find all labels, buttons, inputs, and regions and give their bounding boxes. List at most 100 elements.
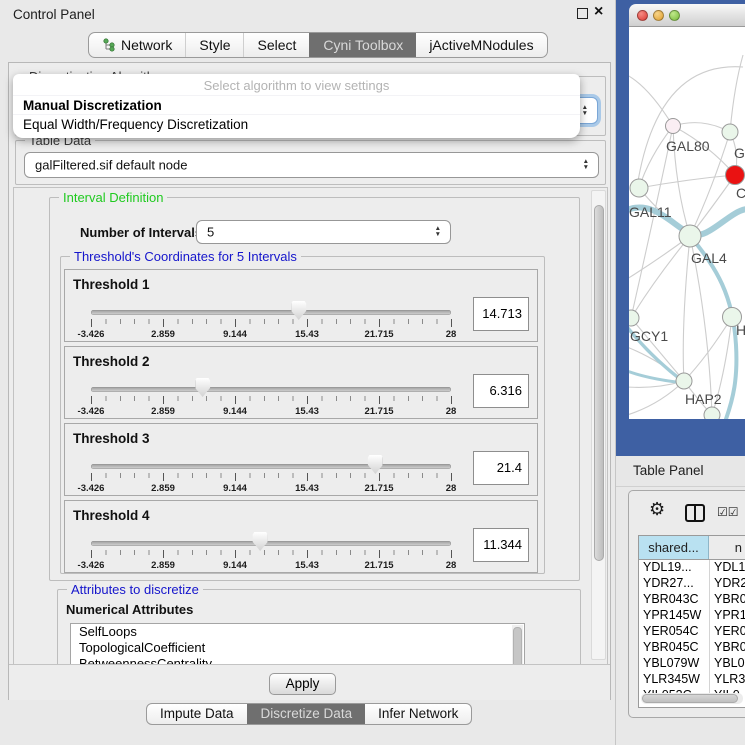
slider-track bbox=[91, 310, 451, 315]
network-icon bbox=[102, 38, 115, 52]
tab-select[interactable]: Select bbox=[243, 33, 309, 57]
threshold-1-slider[interactable]: -3.4262.859 9.14415.43 21.71528 bbox=[91, 308, 451, 338]
table-row[interactable]: YBL079WYBL0 bbox=[639, 656, 745, 672]
node-attribute-table: shared... n YDL19...YDL1 YDR27...YDR2 YB… bbox=[638, 535, 745, 708]
threshold-4-box: Threshold 4 -3.4262.859 9.14415.43 21.71… bbox=[64, 500, 538, 573]
table-row[interactable]: YPR145WYPR1 bbox=[639, 608, 745, 624]
slider-major-ticks bbox=[91, 319, 452, 327]
tab-jactivemnodules[interactable]: jActiveMNodules bbox=[416, 33, 546, 57]
column-header-name[interactable]: n bbox=[709, 536, 745, 559]
interval-definition-group: Interval Definition Number of Intervals … bbox=[49, 197, 580, 581]
table-row[interactable]: YBR043CYBR0 bbox=[639, 592, 745, 608]
gear-icon[interactable]: ⚙ bbox=[649, 499, 665, 520]
slider-thumb[interactable] bbox=[195, 378, 210, 397]
threshold-3-label: Threshold 3 bbox=[73, 431, 150, 446]
tab-infer-network[interactable]: Infer Network bbox=[365, 704, 471, 724]
threshold-4-slider[interactable]: -3.4262.859 9.14415.43 21.71528 bbox=[91, 539, 451, 569]
slider-major-ticks bbox=[91, 473, 452, 481]
node-bottom bbox=[704, 407, 720, 419]
number-of-intervals-value: 5 bbox=[207, 225, 214, 240]
node-label-gcy1: GCY1 bbox=[630, 328, 668, 344]
float-window-icon[interactable] bbox=[577, 8, 588, 19]
cyni-toolbox-panel: Discretization Algorithm ▲▼ Select algor… bbox=[8, 62, 611, 700]
node-hap2 bbox=[676, 373, 692, 389]
table-data-combobox[interactable]: galFiltered.sif default node ▲▼ bbox=[24, 152, 599, 178]
slider-thumb[interactable] bbox=[291, 301, 306, 320]
node-gal11 bbox=[630, 179, 648, 197]
node-label-c: C bbox=[736, 185, 745, 201]
table-row[interactable]: YDR27...YDR2 bbox=[639, 576, 745, 592]
table-row[interactable]: YBR045CYBR0 bbox=[639, 640, 745, 656]
slider-tick-labels: -3.4262.859 9.14415.43 21.71528 bbox=[91, 406, 451, 418]
table-data-group: Table Data galFiltered.sif default node … bbox=[15, 140, 606, 185]
tab-network[interactable]: Network bbox=[89, 33, 185, 57]
column-header-shared-name[interactable]: shared... bbox=[639, 536, 709, 559]
panel-scrollbar-thumb[interactable] bbox=[594, 205, 604, 561]
node-gal4 bbox=[679, 225, 701, 247]
apply-row: Apply bbox=[9, 664, 610, 700]
list-scrollbar-thumb[interactable] bbox=[513, 627, 522, 665]
network-view-window: GAL80 G. GAL11 C GAL4 GCY1 H HAP2 bbox=[629, 4, 745, 419]
list-item[interactable]: TopologicalCoefficient bbox=[71, 640, 524, 656]
slider-thumb[interactable] bbox=[368, 455, 383, 474]
slider-track bbox=[91, 464, 451, 469]
table-data-value: galFiltered.sif default node bbox=[35, 158, 187, 173]
node-label-gal11: GAL11 bbox=[629, 204, 672, 220]
table-header-row: shared... n bbox=[639, 536, 745, 560]
select-columns-icon[interactable]: ☑☑ bbox=[717, 505, 739, 519]
combobox-stepper-icon: ▲▼ bbox=[435, 226, 441, 238]
table-row[interactable]: YER054CYER0 bbox=[639, 624, 745, 640]
application-root: Control Panel × Network Style Select Cyn… bbox=[0, 0, 745, 745]
threshold-2-slider[interactable]: -3.4262.859 9.14415.43 21.71528 bbox=[91, 385, 451, 415]
split-columns-icon[interactable] bbox=[685, 504, 705, 522]
slider-tick-labels: -3.4262.859 9.14415.43 21.71528 bbox=[91, 483, 451, 495]
number-of-intervals-combobox[interactable]: 5 ▲▼ bbox=[196, 220, 451, 244]
table-panel-titlebar: Table Panel bbox=[616, 456, 745, 487]
network-canvas[interactable]: GAL80 G. GAL11 C GAL4 GCY1 H HAP2 bbox=[629, 27, 745, 419]
tab-cyni-toolbox[interactable]: Cyni Toolbox bbox=[309, 33, 416, 57]
threshold-4-label: Threshold 4 bbox=[73, 508, 150, 523]
table-panel-title: Table Panel bbox=[633, 463, 704, 478]
close-icon[interactable]: × bbox=[594, 2, 603, 22]
threshold-2-label: Threshold 2 bbox=[73, 354, 150, 369]
node-label-h: H bbox=[736, 322, 745, 338]
control-panel-window: Control Panel × Network Style Select Cyn… bbox=[0, 0, 616, 745]
table-horizontal-scrollbar-thumb[interactable] bbox=[642, 694, 738, 703]
algorithm-dropdown-popup: Select algorithm to view settings Manual… bbox=[13, 74, 580, 138]
numerical-attributes-list[interactable]: SelfLoops TopologicalCoefficient Between… bbox=[70, 623, 525, 665]
slider-thumb[interactable] bbox=[253, 532, 268, 551]
threshold-4-value-field[interactable]: 11.344 bbox=[473, 528, 529, 562]
table-row[interactable]: YLR345WYLR3 bbox=[639, 672, 745, 688]
number-of-intervals-label: Number of Intervals bbox=[80, 225, 202, 240]
tab-discretize-data[interactable]: Discretize Data bbox=[247, 704, 366, 724]
threshold-2-value-field[interactable]: 6.316 bbox=[473, 374, 529, 408]
tab-style[interactable]: Style bbox=[185, 33, 243, 57]
node-label-gal80: GAL80 bbox=[666, 138, 710, 154]
tab-impute-data[interactable]: Impute Data bbox=[147, 704, 247, 724]
table-horizontal-scrollbar[interactable] bbox=[641, 693, 743, 704]
close-traffic-light-icon[interactable] bbox=[637, 10, 648, 21]
algorithm-option-equal-width[interactable]: Equal Width/Frequency Discretization bbox=[13, 114, 580, 133]
threshold-3-slider[interactable]: -3.4262.859 9.14415.43 21.71528 bbox=[91, 462, 451, 492]
attributes-group: Attributes to discretize Numerical Attri… bbox=[57, 589, 581, 665]
panel-scrollbar[interactable] bbox=[591, 190, 606, 660]
minimize-traffic-light-icon[interactable] bbox=[653, 10, 664, 21]
apply-button[interactable]: Apply bbox=[269, 673, 336, 695]
threshold-1-value-field[interactable]: 14.713 bbox=[473, 297, 529, 331]
node-label-g: G. bbox=[734, 145, 745, 161]
numerical-attributes-label: Numerical Attributes bbox=[66, 602, 193, 617]
list-item[interactable]: SelfLoops bbox=[71, 624, 524, 640]
threshold-1-box: Threshold 1 -3.4262.859 9.14415.43 21.71… bbox=[64, 269, 538, 342]
interval-definition-title: Interval Definition bbox=[59, 190, 167, 205]
node-gcy1 bbox=[629, 310, 639, 326]
network-window-titlebar[interactable] bbox=[629, 4, 745, 27]
node-selected-red bbox=[726, 166, 745, 185]
list-scrollbar[interactable] bbox=[512, 625, 523, 665]
slider-track bbox=[91, 541, 451, 546]
window-title: Control Panel bbox=[13, 7, 95, 22]
table-row[interactable]: YDL19...YDL1 bbox=[639, 560, 745, 576]
attributes-group-title: Attributes to discretize bbox=[67, 582, 203, 597]
threshold-3-value-field[interactable]: 21.4 bbox=[473, 451, 529, 485]
algorithm-option-manual[interactable]: Manual Discretization bbox=[13, 95, 580, 114]
zoom-traffic-light-icon[interactable] bbox=[669, 10, 680, 21]
